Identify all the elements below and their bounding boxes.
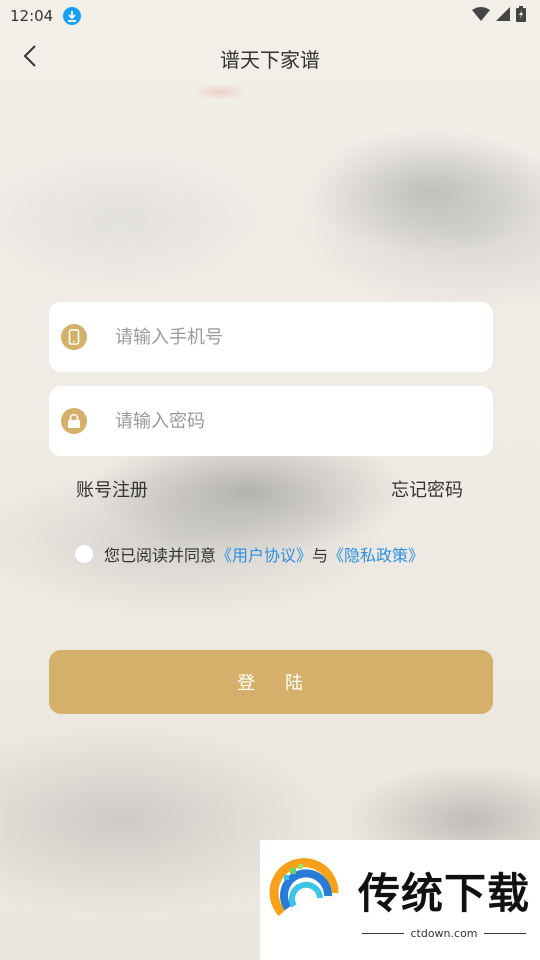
watermark-url: ctdown.com <box>410 927 478 940</box>
divider <box>362 933 405 934</box>
login-label-char2: 陆 <box>285 673 305 694</box>
divider <box>483 933 526 934</box>
lock-icon <box>61 408 87 434</box>
wifi-icon <box>472 7 490 25</box>
page-title: 谱天下家谱 <box>220 47 320 72</box>
phone-input[interactable] <box>113 325 437 349</box>
status-bar: 12:04 <box>0 0 540 32</box>
login-button[interactable]: 登 陆 <box>49 650 493 714</box>
password-input[interactable] <box>113 409 437 433</box>
agreement-prefix: 您已阅读并同意 <box>104 546 217 565</box>
status-time: 12:04 <box>10 7 54 25</box>
phone-field[interactable] <box>49 302 493 372</box>
battery-icon <box>516 6 526 26</box>
privacy-policy-link[interactable]: 《隐私政策》 <box>328 542 424 566</box>
password-field[interactable] <box>49 386 493 456</box>
back-button[interactable] <box>14 42 46 74</box>
agreement-checkbox[interactable] <box>74 544 94 564</box>
login-label-char1: 登 <box>237 673 257 694</box>
app-header: 谱天下家谱 <box>0 32 540 84</box>
phone-icon <box>61 324 87 350</box>
download-icon <box>63 7 82 25</box>
watermark-badge: 传统下载 ctdown.com <box>260 840 540 960</box>
user-agreement-link[interactable]: 《用户协议》 <box>216 542 312 566</box>
watermark-logo-icon <box>268 858 348 942</box>
forgot-password-link[interactable]: 忘记密码 <box>391 476 463 502</box>
agreement-row: 您已阅读并同意 《用户协议》 与 《隐私政策》 <box>74 542 424 566</box>
agreement-and: 与 <box>312 546 329 565</box>
watermark-name: 传统下载 <box>358 869 531 918</box>
watermark-url-row: ctdown.com <box>362 927 526 940</box>
register-link[interactable]: 账号注册 <box>76 476 148 502</box>
chevron-left-icon <box>23 45 37 71</box>
signal-icon <box>496 7 510 25</box>
